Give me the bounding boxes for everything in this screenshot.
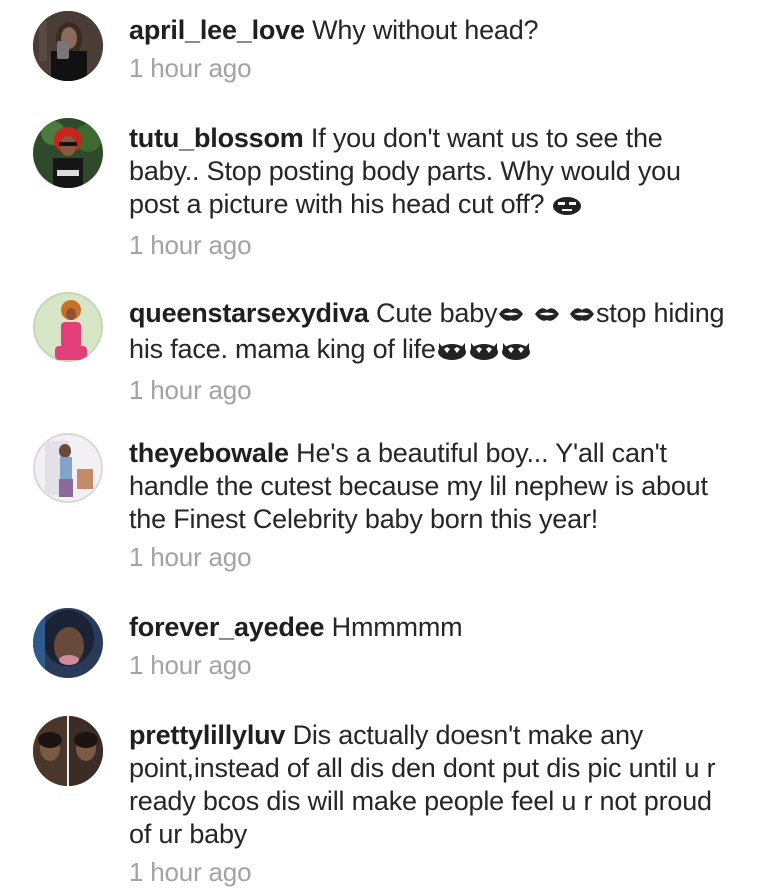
- avatar-photo: [33, 118, 103, 188]
- username[interactable]: april_lee_love: [129, 15, 305, 45]
- kiss-mark-icon: [533, 300, 561, 333]
- avatar[interactable]: [33, 118, 103, 188]
- comment-text: Hmmmmm: [331, 612, 463, 642]
- username[interactable]: theyebowale: [129, 438, 289, 468]
- avatar-photo: [33, 11, 103, 81]
- kiss-mark-icon: [497, 300, 525, 333]
- timestamp: 1 hour ago: [129, 375, 252, 405]
- username[interactable]: queenstarsexydiva: [129, 298, 369, 328]
- username[interactable]: tutu_blossom: [129, 123, 304, 153]
- kiss-mark-icon: [568, 300, 596, 333]
- timestamp: 1 hour ago: [129, 230, 252, 260]
- avatar-photo: [33, 608, 103, 678]
- unamused-face-icon: [552, 191, 582, 224]
- timestamp: 1 hour ago: [129, 650, 252, 680]
- username[interactable]: prettylillyluv: [129, 720, 285, 750]
- comment-text: Why without head?: [312, 15, 539, 45]
- avatar[interactable]: [33, 292, 103, 362]
- avatar-photo: [33, 292, 103, 362]
- heart-eyes-cat-icon: [436, 336, 468, 369]
- comment-text: Cute baby: [376, 298, 498, 328]
- avatar[interactable]: [33, 608, 103, 678]
- timestamp: 1 hour ago: [129, 857, 252, 887]
- heart-eyes-cat-icon: [468, 336, 500, 369]
- timestamp: 1 hour ago: [129, 542, 252, 572]
- timestamp: 1 hour ago: [129, 53, 252, 83]
- avatar-photo: [33, 716, 103, 786]
- username[interactable]: forever_ayedee: [129, 612, 325, 642]
- heart-eyes-cat-icon: [500, 336, 532, 369]
- avatar[interactable]: [33, 11, 103, 81]
- avatar[interactable]: [33, 433, 103, 503]
- avatar-photo: [33, 433, 103, 503]
- avatar[interactable]: [33, 716, 103, 786]
